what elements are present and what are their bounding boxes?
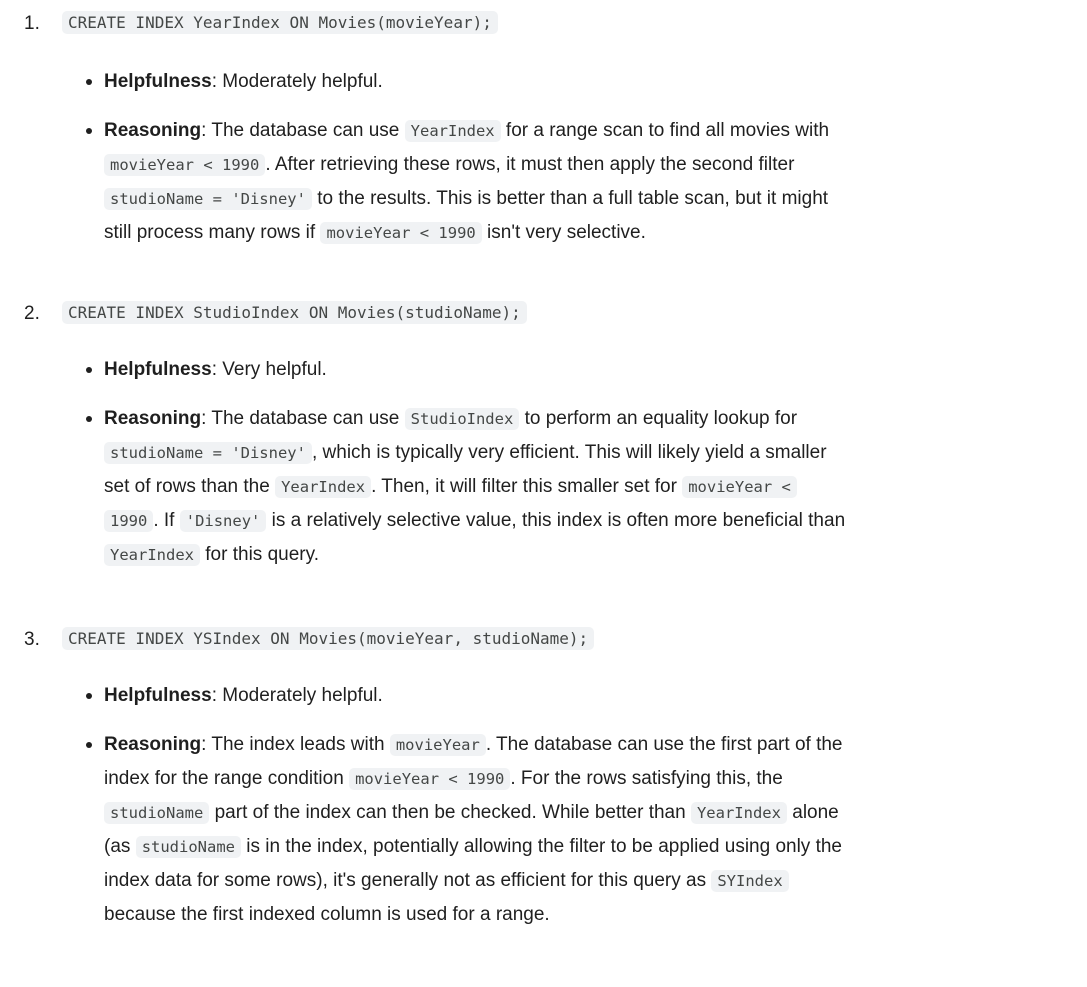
inline-code: SYIndex	[711, 870, 789, 892]
list-number: 3.	[24, 629, 40, 650]
text-segment: because the first indexed column is used…	[104, 904, 550, 925]
reasoning-line: (as studioName is in the index, potentia…	[104, 830, 1084, 864]
bullet-dot	[86, 79, 92, 85]
bullet-dot	[86, 367, 92, 373]
inline-code: YearIndex	[690, 802, 787, 824]
reasoning-line: still process many rows if movieYear < 1…	[104, 216, 1084, 250]
reasoning-line: 1990. If 'Disney' is a relatively select…	[104, 504, 1084, 538]
reasoning-line: because the first indexed column is used…	[104, 898, 1084, 932]
helpfulness-line: Helpfulness: Very helpful.	[104, 353, 327, 387]
reasoning-paragraph: Reasoning: The database can use YearInde…	[104, 114, 1084, 250]
inline-code: YearIndex	[404, 120, 501, 142]
text-segment: is in the index, potentially allowing th…	[241, 836, 843, 857]
inline-code: studioName = 'Disney'	[104, 442, 312, 464]
text-segment: . For the rows satisfying this, the	[510, 768, 783, 789]
reasoning-line: index for the range condition movieYear …	[104, 762, 1084, 796]
helpfulness-label: Helpfulness	[104, 71, 212, 92]
text-segment: set of rows than the	[104, 476, 276, 497]
reasoning-line: Reasoning: The index leads with movieYea…	[104, 728, 1084, 762]
reasoning-line: studioName part of the index can then be…	[104, 796, 1084, 830]
inline-code: 1990	[104, 510, 154, 532]
code-heading: CREATE INDEX YSIndex ON Movies(movieYear…	[62, 627, 595, 650]
reasoning-line: index data for some rows), it's generall…	[104, 864, 1084, 898]
inline-code: studioName	[135, 836, 242, 858]
text-segment: . The database can use the first part of…	[485, 734, 843, 755]
inline-code: YearIndex	[275, 476, 372, 498]
text-segment: for a range scan to find all movies with	[500, 120, 830, 141]
text-segment: : The database can use	[201, 408, 405, 429]
inline-code: studioName = 'Disney'	[104, 188, 312, 210]
inline-code: movieYear <	[682, 476, 797, 498]
bullet-dot	[86, 693, 92, 699]
reasoning-line: set of rows than the YearIndex. Then, it…	[104, 470, 1084, 504]
reasoning-line: movieYear < 1990. After retrieving these…	[104, 148, 1084, 182]
reasoning-line: Reasoning: The database can use StudioIn…	[104, 402, 1084, 436]
helpfulness-line: Helpfulness: Moderately helpful.	[104, 65, 383, 99]
text-segment: , which is typically very efficient. Thi…	[311, 442, 827, 463]
text-segment: index data for some rows), it's generall…	[104, 870, 712, 891]
inline-code: CREATE INDEX StudioIndex ON Movies(studi…	[62, 301, 527, 324]
bullet-dot	[86, 742, 92, 748]
text-segment: . Then, it will filter this smaller set …	[371, 476, 683, 497]
inline-code: movieYear < 1990	[104, 154, 266, 176]
text-segment: . If	[153, 510, 180, 531]
reasoning-paragraph: Reasoning: The index leads with movieYea…	[104, 728, 1084, 932]
text-segment: . After retrieving these rows, it must t…	[265, 154, 795, 175]
helpfulness-text: : Moderately helpful.	[211, 71, 383, 92]
reasoning-line: studioName = 'Disney' to the results. Th…	[104, 182, 1084, 216]
text-segment: alone	[786, 802, 839, 823]
code-heading: CREATE INDEX StudioIndex ON Movies(studi…	[62, 301, 527, 324]
text-segment: still process many rows if	[104, 222, 321, 243]
code-heading: CREATE INDEX YearIndex ON Movies(movieYe…	[62, 11, 498, 34]
text-segment: : The index leads with	[201, 734, 390, 755]
reasoning-paragraph: Reasoning: The database can use StudioIn…	[104, 402, 1084, 572]
text-segment: is a relatively selective value, this in…	[266, 510, 846, 531]
text-segment: to perform an equality lookup for	[519, 408, 798, 429]
helpfulness-text: : Very helpful.	[211, 359, 327, 380]
inline-code: CREATE INDEX YSIndex ON Movies(movieYear…	[62, 627, 595, 650]
inline-code: StudioIndex	[404, 408, 520, 430]
helpfulness-text: : Moderately helpful.	[211, 685, 383, 706]
reasoning-label: Reasoning	[104, 120, 202, 141]
text-segment: isn't very selective.	[481, 222, 646, 243]
inline-code: movieYear < 1990	[349, 768, 511, 790]
inline-code: 'Disney'	[179, 510, 267, 532]
inline-code: movieYear < 1990	[320, 222, 482, 244]
text-segment: : The database can use	[201, 120, 405, 141]
inline-code: CREATE INDEX YearIndex ON Movies(movieYe…	[62, 11, 498, 34]
inline-code: studioName	[104, 802, 210, 824]
reasoning-line: YearIndex for this query.	[104, 538, 1084, 572]
list-number: 2.	[24, 303, 40, 324]
reasoning-label: Reasoning	[104, 734, 202, 755]
list-number: 1.	[24, 13, 40, 34]
inline-code: YearIndex	[104, 544, 200, 566]
helpfulness-line: Helpfulness: Moderately helpful.	[104, 679, 383, 713]
helpfulness-label: Helpfulness	[104, 685, 212, 706]
reasoning-label: Reasoning	[104, 408, 202, 429]
document: 1. CREATE INDEX YearIndex ON Movies(movi…	[0, 0, 1087, 987]
helpfulness-label: Helpfulness	[104, 359, 212, 380]
text-segment: index for the range condition	[104, 768, 350, 789]
bullet-dot	[86, 128, 92, 134]
inline-code: movieYear	[389, 734, 486, 756]
text-segment: (as	[104, 836, 136, 857]
bullet-dot	[86, 416, 92, 422]
reasoning-line: studioName = 'Disney', which is typicall…	[104, 436, 1084, 470]
text-segment: part of the index can then be checked. W…	[209, 802, 691, 823]
reasoning-line: Reasoning: The database can use YearInde…	[104, 114, 1084, 148]
text-segment: to the results. This is better than a fu…	[311, 188, 829, 209]
text-segment: for this query.	[200, 544, 319, 565]
